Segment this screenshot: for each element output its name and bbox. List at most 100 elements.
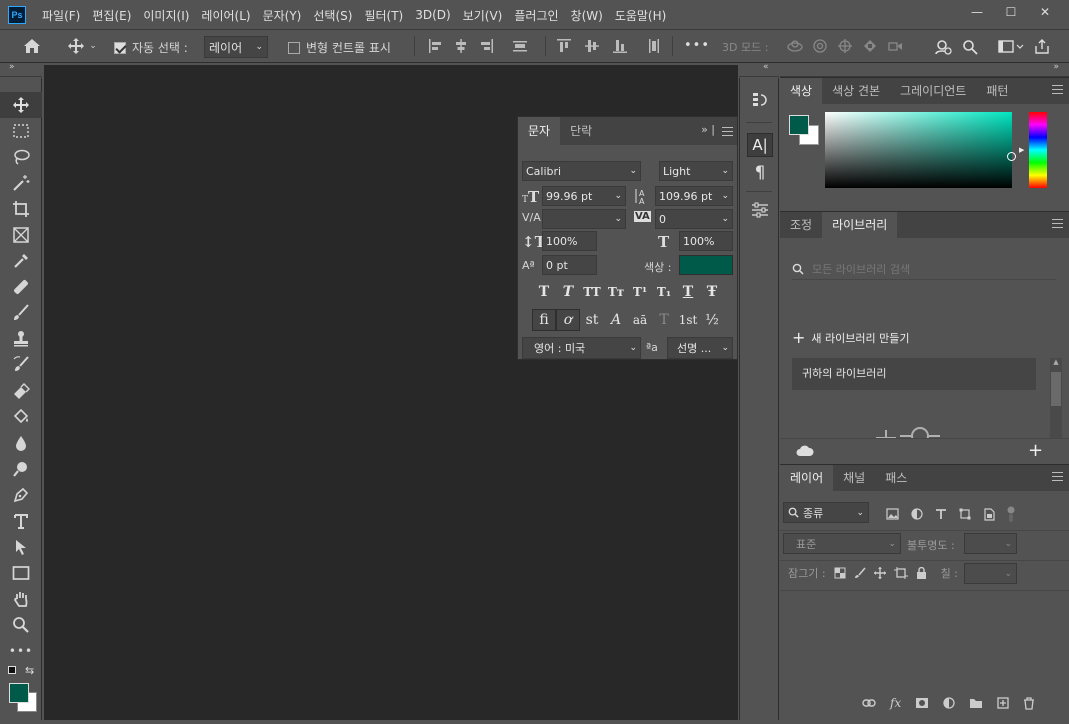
leading-field[interactable]: 109.96 pt ⌄	[655, 186, 733, 206]
library-item[interactable]: 귀하의 라이브러리	[792, 358, 1036, 390]
panel-menu-icon[interactable]	[1052, 85, 1063, 94]
pen-tool-icon[interactable]	[0, 482, 42, 508]
brush-tool-icon[interactable]	[0, 300, 42, 326]
3d-orbit-icon[interactable]	[787, 38, 803, 54]
add-mask-icon[interactable]	[915, 697, 929, 709]
new-layer-icon[interactable]	[997, 697, 1009, 709]
align-bottom-icon[interactable]	[612, 38, 628, 54]
ordinals-button[interactable]: 1st	[676, 309, 700, 331]
close-button[interactable]: ✕	[1029, 2, 1061, 22]
menu-3d[interactable]: 3D(D)	[409, 8, 456, 22]
menu-view[interactable]: 보기(V)	[457, 7, 509, 24]
strikethrough-button[interactable]: Ŧ	[700, 281, 724, 303]
text-color-swatch[interactable]	[679, 255, 733, 275]
edit-toolbar-icon[interactable]: •••	[0, 638, 42, 664]
layer-style-icon[interactable]: fx	[890, 696, 901, 710]
share-icon[interactable]	[1034, 39, 1050, 55]
underline-button[interactable]: T	[676, 281, 700, 303]
tab-layers[interactable]: 레이어	[780, 465, 834, 491]
create-library-button[interactable]: + 새 라이브러리 만들기	[792, 328, 909, 347]
lock-artboard-icon[interactable]	[893, 567, 908, 579]
auto-select-dropdown[interactable]: 레이어 ⌄	[204, 36, 268, 58]
hand-tool-icon[interactable]	[0, 586, 42, 612]
zoom-tool-icon[interactable]	[0, 612, 42, 638]
distribute-v-icon[interactable]	[646, 38, 662, 54]
history-brush-tool-icon[interactable]	[0, 352, 42, 378]
lock-image-pixels-icon[interactable]	[854, 567, 866, 579]
swap-colors-icon[interactable]: ⇆	[25, 664, 34, 677]
3d-slide-icon[interactable]	[862, 38, 878, 54]
menu-image[interactable]: 이미지(I)	[137, 7, 195, 24]
menu-window[interactable]: 창(W)	[565, 7, 609, 24]
all-caps-button[interactable]: TT	[580, 281, 604, 303]
move-tool-preset-icon[interactable]: ⌄	[62, 36, 102, 56]
panel-menu-icon[interactable]	[1052, 472, 1063, 481]
antialias-dropdown[interactable]: 선명 ... ⌄	[667, 337, 733, 359]
tab-adjustments[interactable]: 조정	[780, 212, 822, 238]
faux-bold-button[interactable]: T	[532, 281, 556, 303]
align-top-icon[interactable]	[556, 38, 572, 54]
align-right-icon[interactable]	[480, 38, 494, 54]
align-left-icon[interactable]	[428, 38, 442, 54]
menu-select[interactable]: 선택(S)	[307, 7, 358, 24]
vertical-scale-field[interactable]: 100%	[542, 231, 597, 251]
panel-menu-icon[interactable]	[719, 117, 737, 145]
titling-alternates-button[interactable]: T	[652, 309, 676, 331]
filter-toggle-icon[interactable]	[1007, 506, 1015, 522]
type-layer-filter-icon[interactable]	[935, 508, 947, 520]
foreground-color-swatch[interactable]	[789, 115, 809, 135]
align-center-h-icon[interactable]	[454, 38, 468, 54]
3d-pan-icon[interactable]	[837, 38, 853, 54]
language-dropdown[interactable]: 영어 : 미국 ⌄	[522, 337, 641, 359]
more-options-button[interactable]: •••	[684, 38, 710, 53]
menu-layer[interactable]: 레이어(L)	[195, 7, 256, 24]
3d-scale-icon[interactable]	[887, 38, 903, 54]
3d-roll-icon[interactable]	[812, 38, 828, 54]
library-search[interactable]: 모든 라이브러리 검색	[792, 258, 1056, 280]
swash-button[interactable]: A	[604, 309, 628, 331]
add-asset-icon[interactable]: +	[1028, 440, 1043, 461]
lock-transparent-pixels-icon[interactable]	[834, 567, 846, 579]
move-tool-icon[interactable]	[0, 92, 42, 118]
menu-edit[interactable]: 편집(E)	[86, 7, 137, 24]
baseline-shift-field[interactable]: 0 pt	[542, 255, 597, 275]
lock-all-icon[interactable]	[916, 567, 927, 579]
eyedropper-tool-icon[interactable]	[0, 248, 42, 274]
maximize-button[interactable]: ☐	[995, 2, 1027, 22]
blend-mode-dropdown[interactable]: 표준 ⌄	[783, 533, 901, 554]
default-colors-icon[interactable]	[8, 666, 16, 674]
eraser-tool-icon[interactable]	[0, 378, 42, 404]
dodge-tool-icon[interactable]	[0, 456, 42, 482]
menu-file[interactable]: 파일(F)	[36, 7, 86, 24]
history-panel-icon[interactable]	[740, 86, 780, 114]
font-family-dropdown[interactable]: Calibri ⌄	[522, 161, 641, 181]
tab-character[interactable]: 문자	[518, 117, 561, 145]
menu-plugins[interactable]: 플러그인	[508, 7, 564, 24]
tab-patterns[interactable]: 패턴	[976, 78, 1018, 104]
type-tool-icon[interactable]	[0, 508, 42, 534]
workspace-icon[interactable]	[998, 39, 1024, 55]
saturation-brightness-field[interactable]	[825, 112, 1016, 188]
fractions-button[interactable]: ½	[700, 309, 724, 331]
clone-stamp-tool-icon[interactable]	[0, 326, 42, 352]
subscript-button[interactable]: T₁	[652, 281, 676, 303]
character-panel-icon[interactable]: A|	[740, 131, 780, 159]
auto-select-checkbox[interactable]	[114, 41, 126, 54]
magic-wand-tool-icon[interactable]	[0, 170, 42, 196]
menu-filter[interactable]: 필터(T)	[358, 7, 409, 24]
rectangle-tool-icon[interactable]	[0, 560, 42, 586]
font-style-dropdown[interactable]: Light ⌄	[659, 161, 733, 181]
lock-position-icon[interactable]	[873, 567, 886, 579]
horizontal-scale-field[interactable]: 100%	[679, 231, 733, 251]
smart-object-filter-icon[interactable]	[983, 507, 995, 521]
fill-field[interactable]: ⌄	[964, 563, 1017, 584]
blur-tool-icon[interactable]	[0, 430, 42, 456]
marquee-tool-icon[interactable]	[0, 118, 42, 144]
layer-filter-dropdown[interactable]: 종류 ⌄	[783, 502, 869, 523]
tab-swatches[interactable]: 색상 견본	[822, 78, 890, 104]
dock-collapse-bar[interactable]: «	[739, 62, 779, 77]
path-selection-tool-icon[interactable]	[0, 534, 42, 560]
crop-tool-icon[interactable]	[0, 196, 42, 222]
minimize-button[interactable]: —	[961, 2, 993, 22]
new-group-icon[interactable]	[969, 698, 983, 709]
